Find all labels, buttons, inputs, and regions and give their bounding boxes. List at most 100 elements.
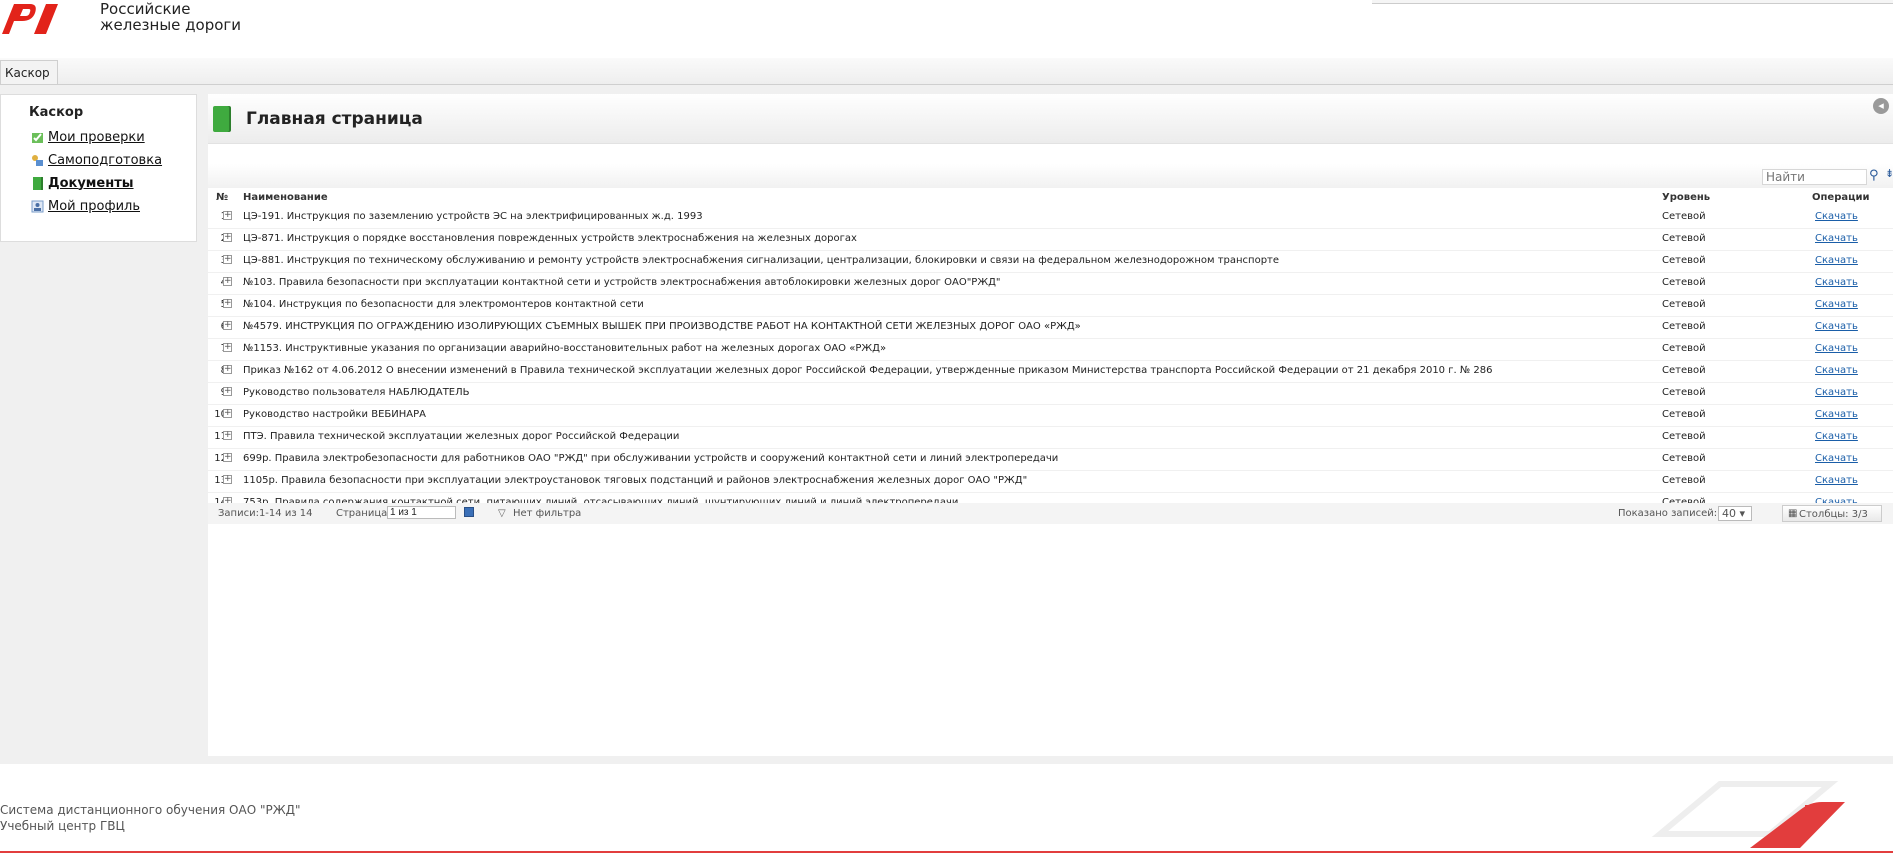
column-header-name[interactable]: Наименование xyxy=(243,192,328,203)
columns-icon: ▦ xyxy=(1788,508,1798,519)
page-header: Главная страница ◂ xyxy=(208,94,1893,144)
collapse-icon[interactable]: ◂ xyxy=(1873,98,1889,114)
document-name: ЦЭ-871. Инструкция о порядке восстановле… xyxy=(243,233,857,244)
column-header-num[interactable]: № xyxy=(216,192,228,203)
self-study-icon xyxy=(32,154,43,166)
sidebar-item-label: Самоподготовка xyxy=(48,152,163,168)
table-row[interactable]: 11 + ПТЭ. Правила технической эксплуатации… xyxy=(208,427,1893,449)
tab-kaskor[interactable]: Каскор xyxy=(0,60,58,84)
sidebar-item-self-study[interactable]: Самоподготовка xyxy=(31,151,162,169)
expand-row-icon[interactable]: + xyxy=(223,211,232,220)
document-level: Сетевой xyxy=(1662,277,1706,288)
brand-line-1: Российские xyxy=(100,0,191,18)
shown-records-label: Показано записей: xyxy=(1618,508,1718,519)
download-link[interactable]: Скачать xyxy=(1815,409,1858,420)
document-level: Сетевой xyxy=(1662,475,1706,486)
download-link[interactable]: Скачать xyxy=(1815,211,1858,222)
expand-row-icon[interactable]: + xyxy=(223,343,232,352)
grid-toolbar: ⚲ ⇟ xyxy=(208,164,1893,188)
expand-row-icon[interactable]: + xyxy=(223,277,232,286)
footer-red-line xyxy=(0,851,1893,853)
rail-swoosh-icon xyxy=(1651,781,1845,848)
expand-row-icon[interactable]: + xyxy=(223,475,232,484)
rzd-logo-icon[interactable] xyxy=(0,0,60,36)
main-panel: Главная страница ◂ ⚲ ⇟ № Наименование Ур… xyxy=(208,94,1893,756)
expand-row-icon[interactable]: + xyxy=(223,233,232,242)
download-link[interactable]: Скачать xyxy=(1815,277,1858,288)
records-per-page-select[interactable]: 40 ▾ xyxy=(1718,506,1752,521)
sidebar-item-my-profile[interactable]: Мой профиль xyxy=(31,197,140,215)
table-row[interactable]: 12 +699р. Правила электробезопасности для… xyxy=(208,449,1893,471)
download-link[interactable]: Скачать xyxy=(1815,475,1858,486)
sidebar-item-label: Мой профиль xyxy=(48,198,140,214)
table-row[interactable]: 6+№4579. ИНСТРУКЦИЯ ПО ОГРАЖДЕНИЮ ИЗОЛИР… xyxy=(208,317,1893,339)
table-row[interactable]: 4+№103. Правила безопасности при эксплуа… xyxy=(208,273,1893,295)
page-input[interactable] xyxy=(387,506,456,519)
table-row[interactable]: 9+Руководство пользователя НАБЛЮДАТЕЛЬСе… xyxy=(208,383,1893,405)
brand-name: Российские железные дороги xyxy=(100,1,241,33)
document-name: ЦЭ-881. Инструкция по техническому обслу… xyxy=(243,255,1280,266)
column-header-ops[interactable]: Операции xyxy=(1812,192,1870,203)
site-header: Российские железные дороги xyxy=(0,0,1893,58)
sidebar: Каскор Мои проверки Самоподготовка Докум… xyxy=(0,94,197,242)
go-to-page-icon[interactable] xyxy=(464,507,474,517)
download-link[interactable]: Скачать xyxy=(1815,321,1858,332)
column-header-level[interactable]: Уровень xyxy=(1662,192,1710,203)
document-level: Сетевой xyxy=(1662,409,1706,420)
document-level: Сетевой xyxy=(1662,321,1706,332)
filter-icon[interactable]: ▽ xyxy=(498,508,506,519)
table-row[interactable]: 3+ЦЭ-881. Инструкция по техническому обс… xyxy=(208,251,1893,273)
table-row[interactable]: 5+№104. Инструкция по безопасности для э… xyxy=(208,295,1893,317)
tab-bar: Каскор xyxy=(0,58,1893,85)
download-link[interactable]: Скачать xyxy=(1815,233,1858,244)
expand-row-icon[interactable]: + xyxy=(223,365,232,374)
page-label: Страница xyxy=(336,508,388,519)
sidebar-item-label: Документы xyxy=(48,175,134,191)
download-link[interactable]: Скачать xyxy=(1815,365,1858,376)
document-level: Сетевой xyxy=(1662,255,1706,266)
document-name: ПТЭ. Правила технической эксплуатации же… xyxy=(243,431,680,442)
document-name: 699р. Правила электробезопасности для ра… xyxy=(243,453,1059,464)
table-row[interactable]: 2+ЦЭ-871. Инструкция о порядке восстанов… xyxy=(208,229,1893,251)
table-row[interactable]: 13 +1105р. Правила безопасности при экспл… xyxy=(208,471,1893,493)
expand-row-icon[interactable]: + xyxy=(223,299,232,308)
filter-link[interactable]: Нет фильтра xyxy=(513,508,581,519)
document-name: Руководство настройки ВЕБИНАРА xyxy=(243,409,426,420)
search-input[interactable] xyxy=(1762,169,1867,185)
download-link[interactable]: Скачать xyxy=(1815,387,1858,398)
check-list-icon xyxy=(32,132,43,143)
document-level: Сетевой xyxy=(1662,453,1706,464)
download-link[interactable]: Скачать xyxy=(1815,299,1858,310)
document-level: Сетевой xyxy=(1662,233,1706,244)
download-link[interactable]: Скачать xyxy=(1815,453,1858,464)
table-row[interactable]: 7+№1153. Инструктивные указания по орган… xyxy=(208,339,1893,361)
document-level: Сетевой xyxy=(1662,431,1706,442)
document-name: №104. Инструкция по безопасности для эле… xyxy=(243,299,644,310)
sidebar-item-documents[interactable]: Документы xyxy=(31,174,134,192)
footer-system-name: Система дистанционного обучения ОАО "РЖД… xyxy=(0,803,301,817)
table-row[interactable]: 8+Приказ №162 от 4.06.2012 О внесении из… xyxy=(208,361,1893,383)
records-count: Записи:1-14 из 14 xyxy=(218,508,313,519)
table-row[interactable]: 10 + Руководство настройки ВЕБИНАРА Сетевой… xyxy=(208,405,1893,427)
profile-icon xyxy=(31,200,44,212)
expand-options-icon[interactable]: ⇟ xyxy=(1885,167,1893,180)
book-icon xyxy=(213,106,229,132)
expand-row-icon[interactable]: + xyxy=(223,409,232,418)
sidebar-title: Каскор xyxy=(29,105,84,120)
table-row[interactable]: 1+ЦЭ-191. Инструкция по заземлению устро… xyxy=(208,207,1893,229)
expand-row-icon[interactable]: + xyxy=(223,321,232,330)
download-link[interactable]: Скачать xyxy=(1815,431,1858,442)
expand-row-icon[interactable]: + xyxy=(223,431,232,440)
search-icon[interactable]: ⚲ xyxy=(1869,168,1879,183)
download-link[interactable]: Скачать xyxy=(1815,343,1858,354)
site-footer: Система дистанционного обучения ОАО "РЖД… xyxy=(0,764,1893,866)
expand-row-icon[interactable]: + xyxy=(223,387,232,396)
expand-row-icon[interactable]: + xyxy=(223,453,232,462)
document-level: Сетевой xyxy=(1662,299,1706,310)
document-level: Сетевой xyxy=(1662,387,1706,398)
sidebar-item-my-checks[interactable]: Мои проверки xyxy=(31,128,145,146)
download-link[interactable]: Скачать xyxy=(1815,255,1858,266)
footer-center-name: Учебный центр ГВЦ xyxy=(0,819,125,833)
document-name: №103. Правила безопасности при эксплуата… xyxy=(243,277,1001,288)
expand-row-icon[interactable]: + xyxy=(223,255,232,264)
